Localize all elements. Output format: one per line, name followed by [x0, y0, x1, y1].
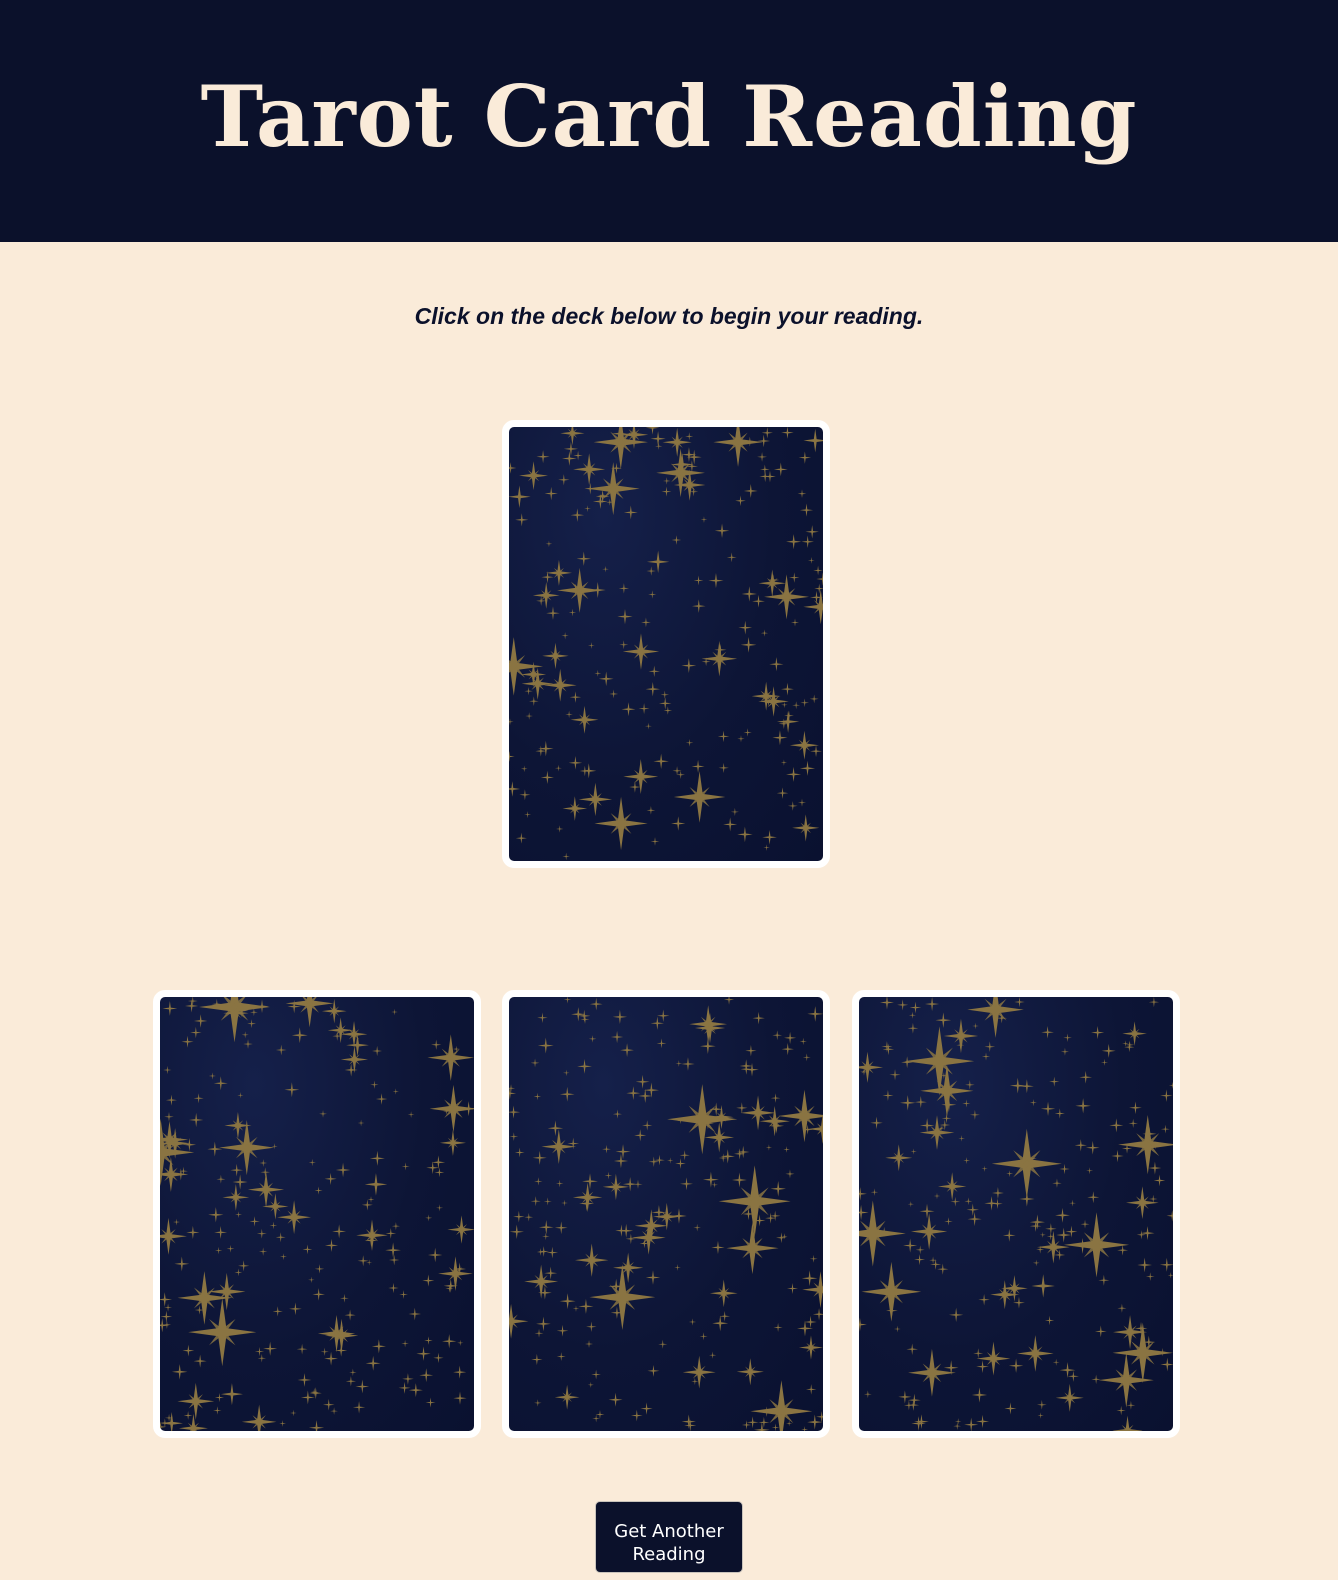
card-back [509, 997, 823, 1431]
page-title: Tarot Card Reading [200, 67, 1138, 166]
card-slot-3[interactable] [852, 990, 1180, 1438]
card-back [859, 997, 1173, 1431]
star-pattern-icon [859, 997, 1173, 1431]
star-pattern-icon [160, 997, 474, 1431]
get-another-reading-button[interactable]: Get Another Reading [595, 1501, 743, 1573]
card-back [160, 997, 474, 1431]
star-pattern-icon [509, 427, 823, 861]
card-back [509, 427, 823, 861]
get-another-reading-label: Get Another Reading [614, 1521, 724, 1565]
card-slot-1[interactable] [153, 990, 481, 1438]
star-pattern-icon [509, 997, 823, 1431]
card-slot-2[interactable] [502, 990, 830, 1438]
page-header: Tarot Card Reading [0, 0, 1338, 242]
instruction-text: Click on the deck below to begin your re… [414, 303, 924, 329]
tarot-deck[interactable] [502, 420, 830, 868]
